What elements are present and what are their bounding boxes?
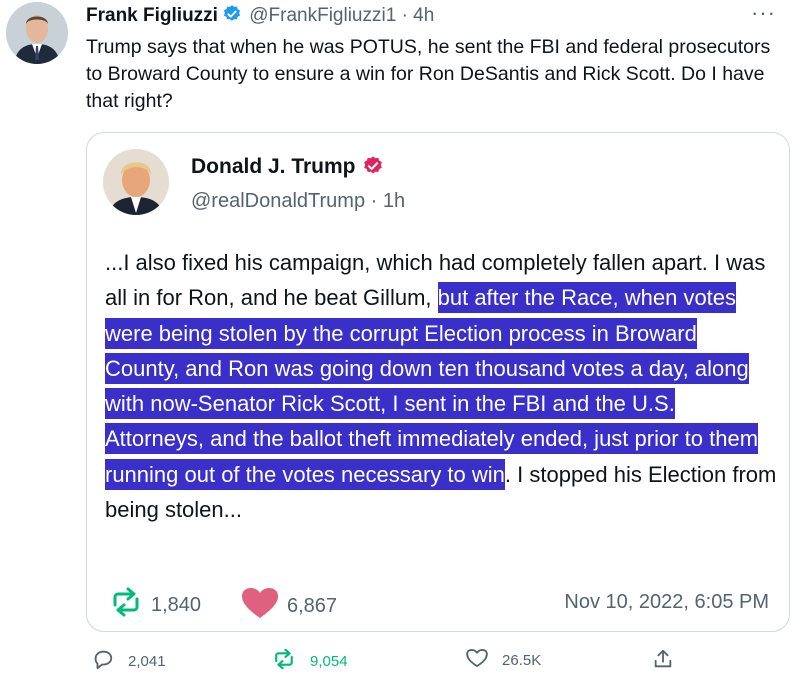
quoted-author-handle[interactable]: @realDonaldTrump (191, 190, 365, 212)
tweet-actions: 2,041 9,054 26.5K (86, 648, 786, 678)
quoted-author-avatar[interactable] (103, 149, 169, 215)
like-icon (466, 648, 488, 672)
retweet-icon (272, 648, 296, 674)
more-icon[interactable]: ··· (751, 0, 776, 26)
quoted-tweet-text: ...I also fixed his campaign, which had … (105, 245, 777, 527)
retweet-icon (109, 587, 143, 623)
reply-button[interactable]: 2,041 (92, 648, 166, 674)
quoted-retweet-stat[interactable]: 1,840 (109, 587, 201, 623)
tweet-header: Frank Figliuzzi @FrankFigliuzzi1 · 4h (86, 4, 780, 30)
tweet-text: Trump says that when he was POTUS, he se… (86, 36, 771, 112)
separator-dot: · (370, 190, 378, 212)
reply-icon (92, 648, 114, 674)
tweet-time[interactable]: 4h (413, 5, 434, 26)
quoted-like-stat[interactable]: 6,867 (241, 587, 337, 625)
quoted-stats: 1,840 6,867 Nov 10, 2022, 6:05 PM (109, 587, 769, 621)
like-count: 26.5K (502, 651, 542, 669)
verified-badge-icon (222, 4, 242, 24)
quoted-date[interactable]: Nov 10, 2022, 6:05 PM (564, 591, 769, 614)
author-handle[interactable]: @FrankFigliuzzi1 (249, 5, 396, 26)
quoted-tweet[interactable]: Donald J. Trump @realDonaldTrump · 1h ..… (86, 132, 790, 632)
quoted-author-name[interactable]: Donald J. Trump (191, 155, 356, 178)
quoted-text-highlighted: but after the Race, when votes were bein… (105, 282, 759, 490)
quoted-handle-row: @realDonaldTrump · 1h (191, 190, 405, 213)
reply-count: 2,041 (128, 652, 166, 670)
author-avatar[interactable] (6, 2, 68, 64)
retweet-count: 9,054 (310, 652, 348, 670)
quoted-retweet-count: 1,840 (151, 593, 202, 616)
heart-icon (241, 587, 279, 625)
separator-dot: · (401, 5, 408, 26)
author-name[interactable]: Frank Figliuzzi (86, 5, 218, 26)
share-icon (652, 648, 674, 674)
share-button[interactable] (652, 648, 674, 674)
quoted-like-count: 6,867 (287, 594, 338, 617)
quoted-time[interactable]: 1h (383, 190, 405, 212)
retweet-button[interactable]: 9,054 (272, 648, 348, 674)
like-button[interactable]: 26.5K (466, 648, 541, 672)
quoted-author-name-row: Donald J. Trump (191, 155, 386, 179)
verified-badge-icon (362, 155, 384, 177)
